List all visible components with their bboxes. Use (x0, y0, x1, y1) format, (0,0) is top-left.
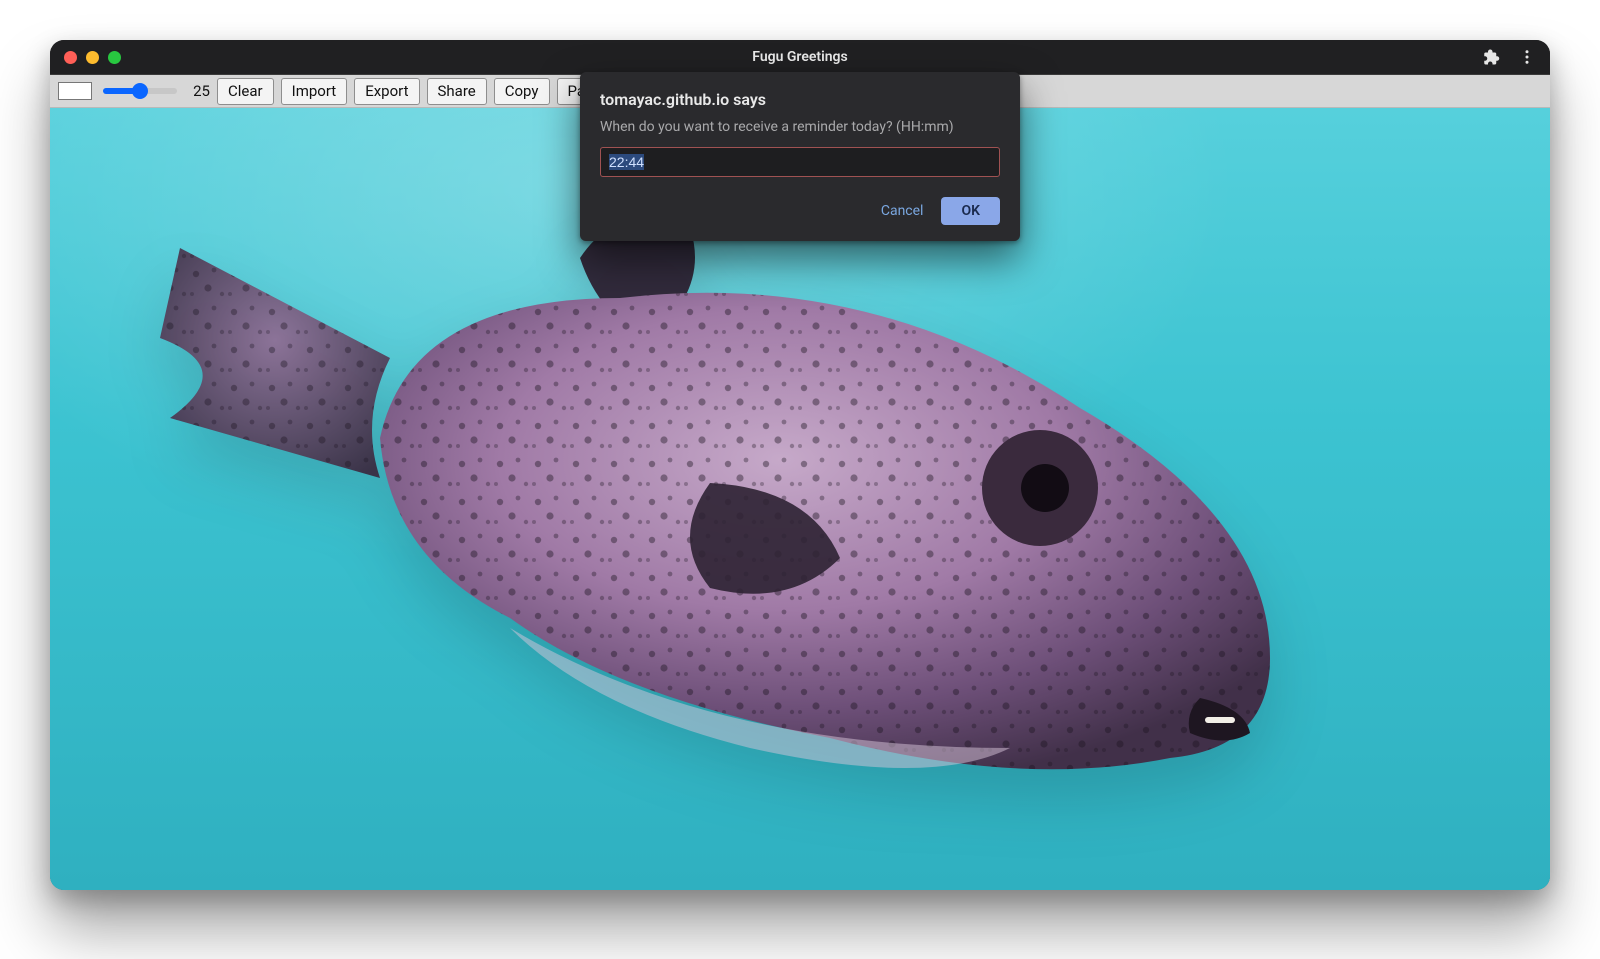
window-controls (64, 51, 121, 64)
app-window: Fugu Greetings (50, 40, 1550, 890)
brush-size-slider[interactable] (103, 88, 177, 94)
brush-size-value: 25 (184, 82, 210, 100)
titlebar: Fugu Greetings (50, 40, 1550, 74)
dialog-message: When do you want to receive a reminder t… (600, 119, 1000, 135)
window-title: Fugu Greetings (50, 49, 1550, 65)
minimize-window-button[interactable] (86, 51, 99, 64)
color-swatch[interactable] (58, 82, 92, 100)
import-button[interactable]: Import (281, 78, 348, 105)
dialog-origin: tomayac.github.io says (600, 90, 1000, 109)
dialog-cancel-button[interactable]: Cancel (881, 203, 924, 219)
maximize-window-button[interactable] (108, 51, 121, 64)
kebab-menu-icon[interactable] (1518, 48, 1536, 66)
clear-button[interactable]: Clear (217, 78, 274, 105)
extensions-icon[interactable] (1482, 48, 1500, 66)
fugu-fish-image (150, 188, 1350, 818)
copy-button[interactable]: Copy (494, 78, 550, 105)
prompt-dialog: tomayac.github.io says When do you want … (580, 72, 1020, 241)
share-button[interactable]: Share (427, 78, 487, 105)
export-button[interactable]: Export (354, 78, 419, 105)
close-window-button[interactable] (64, 51, 77, 64)
dialog-ok-button[interactable]: OK (941, 197, 1000, 225)
dialog-input[interactable] (600, 147, 1000, 177)
